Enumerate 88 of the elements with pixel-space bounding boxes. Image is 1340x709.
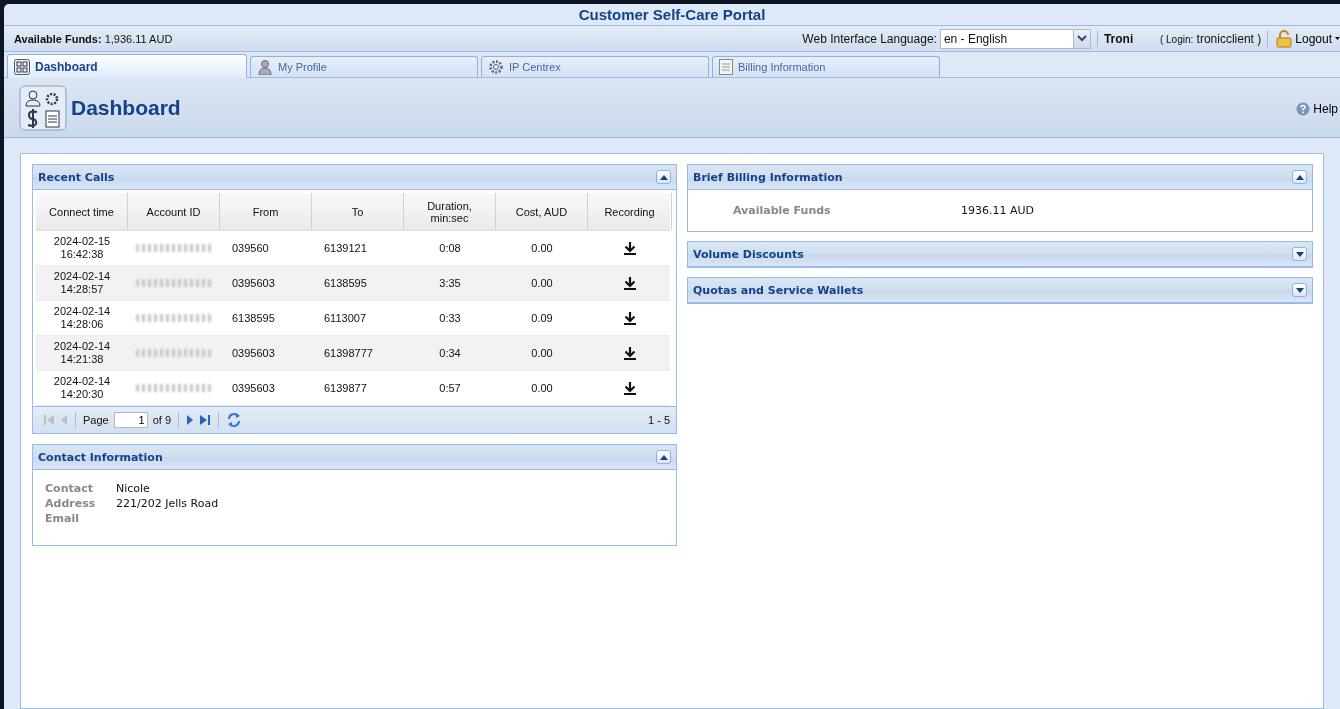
table-cell-text: 6138595 xyxy=(323,275,368,291)
field-value: 221/202 Jells Road xyxy=(116,497,219,510)
funds-text: Available Funds: 1,936.11 AUD xyxy=(14,32,173,45)
table-cell-text: 3:35 xyxy=(438,275,462,291)
table-cell-text: 61398777 xyxy=(323,345,374,361)
page-title: Dashboard xyxy=(71,95,181,120)
table-cell-text: 0.09 xyxy=(530,310,554,326)
column-header[interactable]: Account ID xyxy=(128,193,220,230)
panel-title: Contact Information xyxy=(38,450,164,464)
column-header[interactable]: Recording xyxy=(588,193,672,230)
field-label: Address xyxy=(45,497,97,510)
table-cell-text: 0.00 xyxy=(530,345,554,361)
language-select[interactable]: en - English xyxy=(939,28,1091,49)
range-text: 1 - 5 xyxy=(648,414,670,426)
table-cell-text: 0395603 xyxy=(231,345,276,361)
chevron-down-icon xyxy=(1076,35,1087,42)
field-label: Contact xyxy=(45,482,94,495)
download-icon[interactable] xyxy=(624,311,636,325)
table-cell-text: 6138595 xyxy=(231,310,276,326)
table-cell-text: 0.00 xyxy=(530,240,554,256)
table-cell-text: 0395603 xyxy=(231,380,276,396)
table-cell-text: 0:57 xyxy=(438,380,462,396)
next-page-icon[interactable] xyxy=(186,414,195,426)
table-cell-text: 2024-02-14 14:20:30 xyxy=(52,374,112,402)
page-count: of 9 xyxy=(152,414,172,426)
page-label: Page xyxy=(83,414,109,426)
triangle-icon xyxy=(659,174,668,180)
collapse-button[interactable] xyxy=(656,170,671,184)
table-cell-text: 2024-02-15 16:42:38 xyxy=(52,234,112,262)
language-label: Web Interface Language: xyxy=(802,31,937,46)
column-header[interactable]: Cost, AUD xyxy=(496,193,588,230)
collapse-button[interactable] xyxy=(656,450,671,464)
panel-title: Quotas and Service Wallets xyxy=(693,283,865,297)
tab[interactable]: Dashboard xyxy=(7,54,247,78)
table-cell-text: 2024-02-14 14:21:38 xyxy=(52,339,112,367)
download-icon[interactable] xyxy=(624,241,636,255)
person-icon xyxy=(257,59,273,75)
table-cell-text: 6139121 xyxy=(323,240,368,256)
field-label: Email xyxy=(45,512,80,525)
table-cell-text: 6113007 xyxy=(323,310,367,326)
download-icon[interactable] xyxy=(624,346,636,360)
panel-title: Recent Calls xyxy=(38,170,116,184)
column-header[interactable]: To xyxy=(312,193,404,230)
table-cell-text: 2024-02-14 14:28:06 xyxy=(52,304,112,332)
table-cell-text: 2024-02-14 14:28:57 xyxy=(52,269,112,297)
field-value: Nicole xyxy=(116,482,150,495)
column-header[interactable]: Connect time xyxy=(36,193,128,230)
gear-icon xyxy=(488,59,504,75)
user-name: Troni xyxy=(1103,31,1135,46)
table-cell-text: 0:34 xyxy=(438,345,462,361)
login-text: ( Login: tronicclient ) xyxy=(1159,31,1262,46)
table-cell-text: 0.00 xyxy=(530,380,554,396)
field-label: Available Funds xyxy=(733,204,832,217)
triangle-icon xyxy=(659,454,668,460)
window-title: Customer Self-Care Portal xyxy=(578,6,766,23)
table-cell-text: 0395603 xyxy=(231,275,276,291)
triangle-icon xyxy=(1295,174,1304,180)
table-cell-text: 0:08 xyxy=(438,240,462,256)
caret-icon xyxy=(1335,36,1340,41)
tab[interactable]: My Profile xyxy=(250,56,478,77)
download-icon[interactable] xyxy=(624,381,636,395)
lock-icon xyxy=(1276,29,1293,48)
document-icon xyxy=(719,59,733,75)
dashboard-icon xyxy=(19,84,67,131)
table-cell-text: 039560 xyxy=(231,240,270,256)
column-header[interactable]: Duration, min:sec xyxy=(404,193,496,230)
tab[interactable]: IP Centrex xyxy=(481,56,709,77)
dashboard-icon xyxy=(14,58,30,75)
table-cell-text: 0.00 xyxy=(530,275,554,291)
triangle-icon xyxy=(1295,287,1304,293)
expand-button[interactable] xyxy=(1292,247,1307,261)
field-value: 1936.11 AUD xyxy=(961,204,1035,217)
last-page-icon[interactable] xyxy=(199,414,212,426)
triangle-icon xyxy=(1295,251,1304,257)
refresh-icon[interactable] xyxy=(226,412,243,428)
help-icon xyxy=(1296,101,1311,116)
expand-button[interactable] xyxy=(1292,283,1307,297)
panel-title: Brief Billing Information xyxy=(693,170,844,184)
column-header[interactable]: From xyxy=(220,193,312,230)
logout-button[interactable]: Logout xyxy=(1274,29,1340,48)
download-icon[interactable] xyxy=(624,276,636,290)
page-field[interactable]: 1 xyxy=(113,412,148,428)
tab[interactable]: Billing Information xyxy=(712,56,940,77)
help-button[interactable]: Help xyxy=(1296,101,1340,116)
expand-button[interactable] xyxy=(1292,170,1307,184)
table-cell-text: 0:33 xyxy=(438,310,462,326)
table-cell-text: 6139877 xyxy=(323,380,368,396)
panel-title: Volume Discounts xyxy=(693,247,805,261)
